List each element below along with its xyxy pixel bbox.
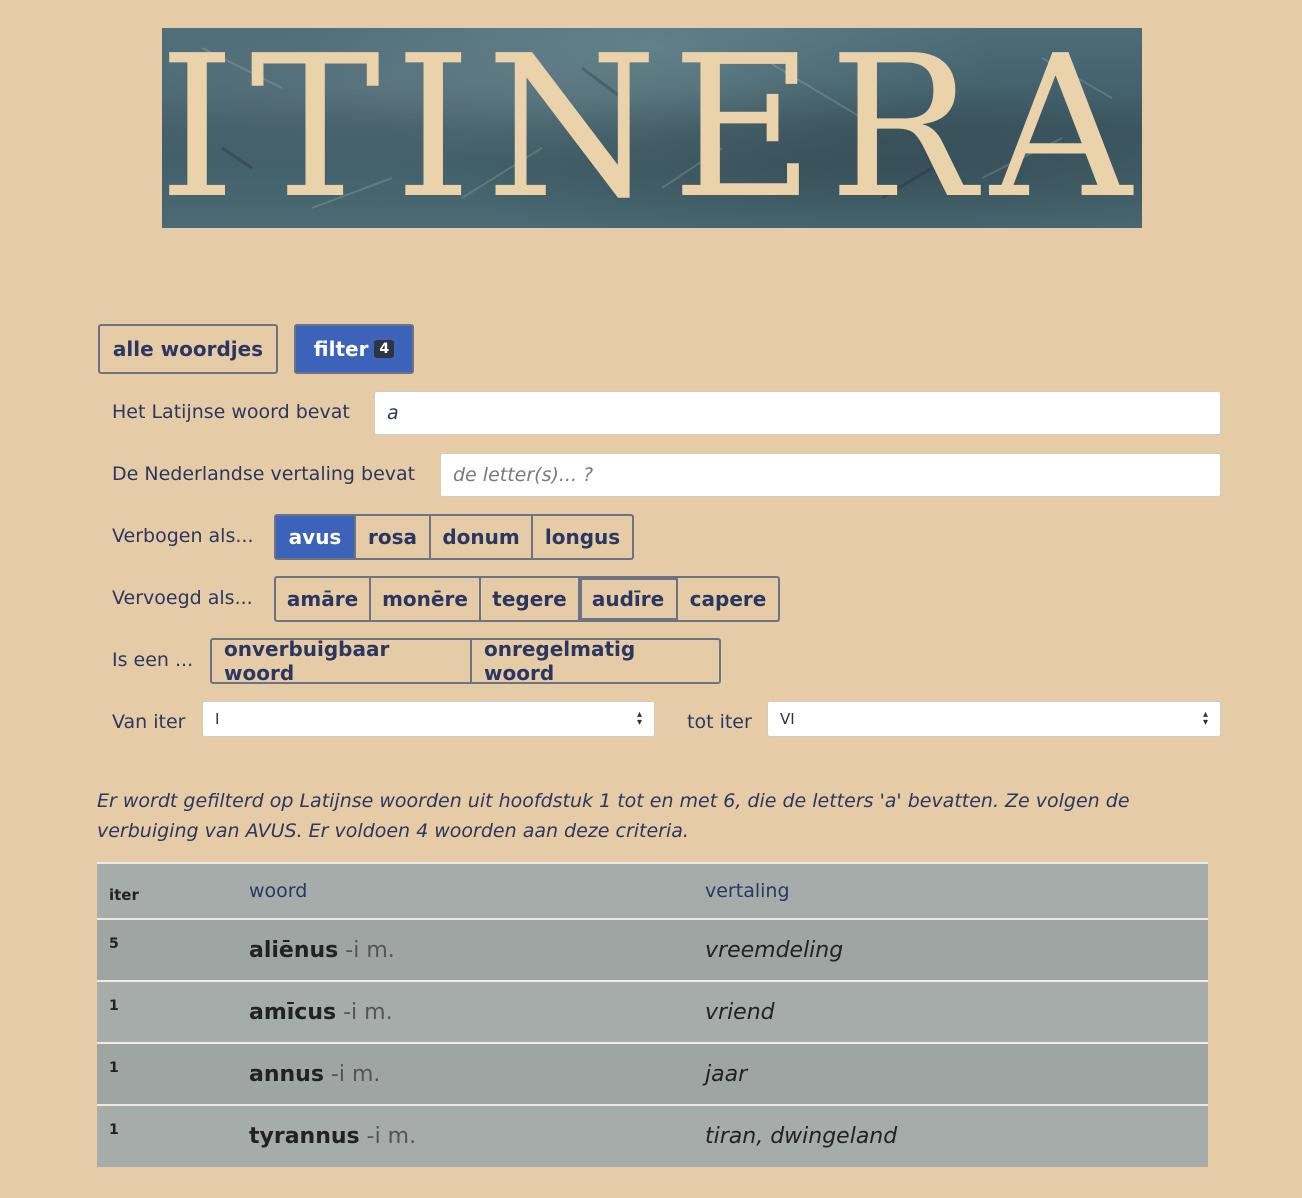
conjugation-selector: amāre monēre tegere audīre capere	[274, 576, 780, 622]
word-suffix: -i m.	[366, 1124, 417, 1149]
header-vertaling[interactable]: vertaling	[693, 863, 1208, 919]
filter-summary: Er wordt gefilterd op Latijnse woorden u…	[97, 790, 1130, 842]
declension-option-donum[interactable]: donum	[431, 516, 533, 558]
word-lemma: amīcus	[249, 999, 337, 1025]
header-woord[interactable]: woord	[237, 863, 693, 919]
latin-filter-label: Het Latijnse woord bevat	[112, 401, 350, 423]
from-iter-select[interactable]: I ▴ ▾	[202, 701, 655, 737]
filter-button[interactable]: filter 4	[294, 324, 414, 374]
row-word: aliēnus -i m.	[237, 919, 693, 981]
word-suffix: -i m.	[345, 937, 395, 963]
conjugation-option-tegere[interactable]: tegere	[481, 578, 580, 620]
conjugation-option-audire[interactable]: audīre	[580, 578, 678, 620]
filter-label: filter	[313, 337, 369, 361]
word-lemma: tyrannus	[249, 1124, 360, 1149]
select-arrows-icon: ▴ ▾	[636, 709, 642, 728]
declension-option-avus[interactable]: avus	[276, 516, 356, 558]
row-word: amīcus -i m.	[237, 981, 693, 1043]
declension-label: Verbogen als...	[112, 525, 254, 547]
header-iter[interactable]: iter	[97, 863, 237, 919]
to-iter-value: VI	[780, 710, 795, 728]
table-row: 1 tyrannus -i m. tiran, dwingeland	[97, 1105, 1208, 1167]
conjugation-option-monere[interactable]: monēre	[371, 578, 481, 620]
table-row: 1 amīcus -i m. vriend	[97, 981, 1208, 1043]
all-words-button[interactable]: alle woordjes	[98, 324, 278, 374]
row-word: tyrannus -i m.	[237, 1105, 693, 1167]
type-selector: onverbuigbaar woord onregelmatig woord	[210, 637, 721, 685]
word-lemma: aliēnus	[249, 937, 339, 963]
row-iter: 1	[109, 998, 119, 1014]
row-iter: 5	[109, 936, 119, 952]
row-translation: tiran, dwingeland	[705, 1124, 898, 1149]
dutch-filter-input[interactable]: de letter(s)... ?	[440, 453, 1221, 497]
banner-title: ITINERA	[162, 28, 1142, 228]
from-iter-label: Van iter	[112, 711, 186, 733]
row-word: annus -i m.	[237, 1043, 693, 1105]
dutch-filter-label: De Nederlandse vertaling bevat	[112, 463, 416, 485]
from-iter-value: I	[215, 710, 220, 728]
declension-selector: avus rosa donum longus	[274, 514, 634, 560]
dutch-filter-placeholder: de letter(s)... ?	[453, 464, 594, 486]
latin-filter-value: a	[387, 402, 399, 424]
row-translation: vreemdeling	[705, 937, 844, 963]
row-iter: 1	[109, 1060, 119, 1076]
latin-filter-input[interactable]: a	[374, 391, 1221, 435]
type-label: Is een ...	[112, 649, 194, 671]
to-iter-label: tot iter	[687, 711, 752, 733]
filter-count-badge: 4	[374, 340, 395, 358]
all-words-label: alle woordjes	[112, 337, 264, 361]
conjugation-option-amare[interactable]: amāre	[276, 578, 371, 620]
table-row: 5 aliēnus -i m. vreemdeling	[97, 919, 1208, 981]
row-translation: vriend	[705, 999, 775, 1025]
row-translation: jaar	[705, 1061, 748, 1087]
itinera-banner: ITINERA	[162, 28, 1142, 228]
table-row: 1 annus -i m. jaar	[97, 1043, 1208, 1105]
type-option-irregular[interactable]: onregelmatig woord	[472, 637, 719, 685]
declension-option-rosa[interactable]: rosa	[356, 516, 431, 558]
words-table: iter woord vertaling 5 aliēnus -i m. vre…	[97, 862, 1208, 1167]
declension-option-longus[interactable]: longus	[533, 516, 632, 558]
to-iter-select[interactable]: VI ▴ ▾	[767, 701, 1221, 737]
table-header-row: iter woord vertaling	[97, 863, 1208, 919]
select-arrows-icon: ▴ ▾	[1202, 709, 1208, 728]
conjugation-label: Vervoegd als...	[112, 587, 253, 609]
word-suffix: -i m.	[330, 1061, 381, 1087]
word-lemma: annus	[249, 1061, 324, 1087]
conjugation-option-capere[interactable]: capere	[678, 578, 778, 620]
word-suffix: -i m.	[343, 999, 393, 1025]
row-iter: 1	[109, 1122, 119, 1138]
type-option-indeclinable[interactable]: onverbuigbaar woord	[212, 637, 472, 685]
